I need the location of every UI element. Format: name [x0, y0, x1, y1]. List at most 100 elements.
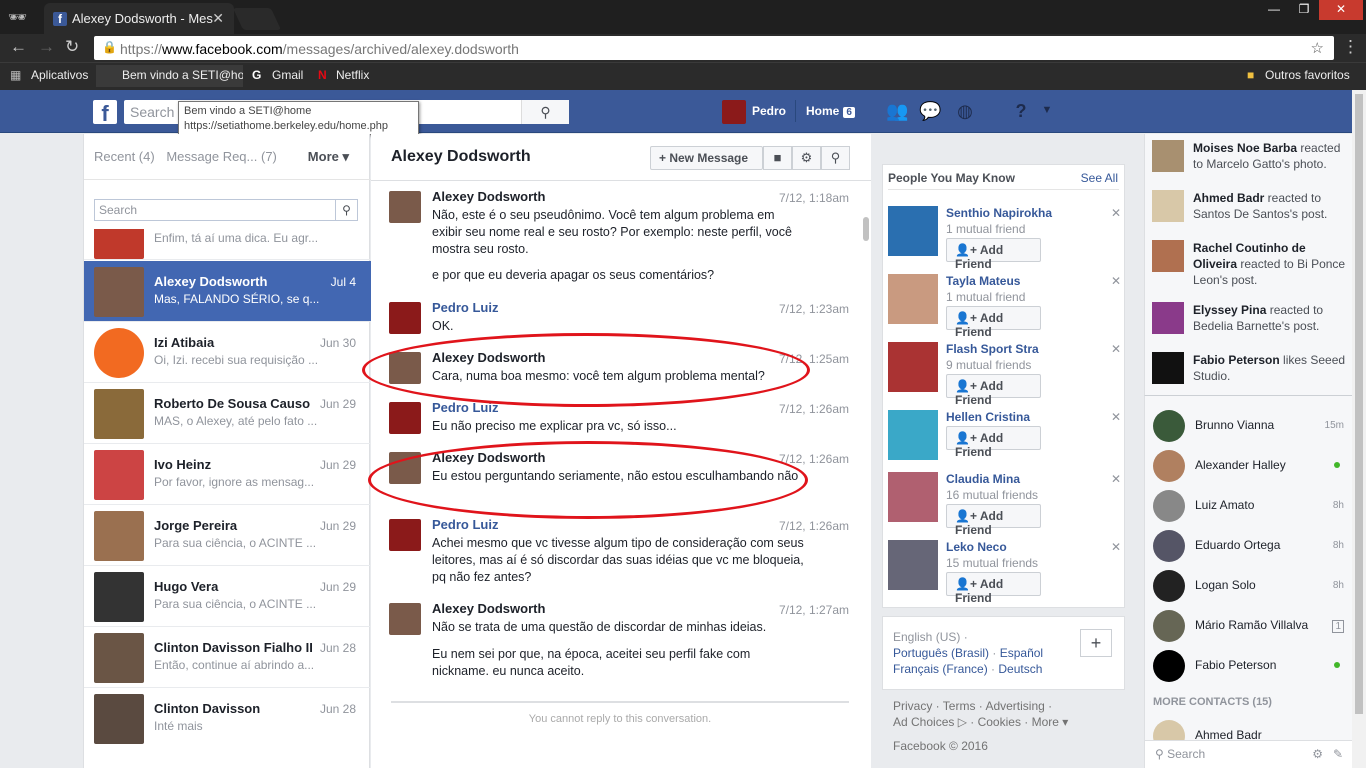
bookmark-netflix[interactable]: Netflix	[336, 68, 369, 82]
page-scrollbar[interactable]	[1352, 90, 1366, 768]
profile-name-link[interactable]: Pedro	[752, 104, 786, 118]
close-icon[interactable]: ✕	[1111, 342, 1121, 356]
person-mutual[interactable]: 1 mutual friend	[946, 222, 1025, 236]
chat-contact[interactable]: Brunno Vianna 15m	[1153, 408, 1348, 444]
reload-icon[interactable]: ↻	[65, 37, 79, 57]
person-avatar[interactable]	[888, 410, 938, 460]
person-avatar[interactable]	[888, 206, 938, 256]
chat-contact[interactable]: Alexander Halley	[1153, 448, 1348, 484]
add-friend-button[interactable]: 👤+ Add Friend	[946, 306, 1041, 339]
person-mutual[interactable]: 1 mutual friend	[946, 290, 1025, 304]
add-friend-button[interactable]: 👤+ Add Friend	[946, 572, 1041, 605]
chat-contact[interactable]: Ahmed Badr	[1153, 718, 1348, 740]
facebook-logo-icon[interactable]: f	[93, 100, 117, 126]
more-dropdown[interactable]: More ▾	[308, 149, 349, 165]
home-link[interactable]: Home 6	[806, 104, 855, 118]
thread-item-selected[interactable]: Alexey Dodsworth Jul 4 Mas, FALANDO SÉRI…	[84, 261, 371, 322]
maximize-icon[interactable]: ❐	[1289, 0, 1319, 20]
thread-item[interactable]: Clinton Davisson Fialho II Jun 28 Então,…	[84, 627, 371, 688]
close-icon[interactable]: ✕	[1111, 540, 1121, 554]
see-all-link[interactable]: See All	[1081, 171, 1118, 185]
bookmark-gmail[interactable]: Gmail	[272, 68, 303, 82]
message-sender[interactable]: Pedro Luiz	[432, 300, 498, 315]
help-icon[interactable]: ?	[1010, 101, 1032, 123]
close-icon[interactable]: ✕	[1111, 206, 1121, 220]
person-name[interactable]: Claudia Mina	[946, 472, 1020, 486]
person-name[interactable]: Flash Sport Stra	[946, 342, 1039, 356]
minimize-icon[interactable]: —	[1259, 0, 1289, 20]
browser-tab[interactable]: f Alexey Dodsworth - Mes ✕	[44, 3, 234, 34]
search-icon[interactable]: ⚲	[821, 146, 850, 170]
thread-item[interactable]: Izi Atibaia Jun 30 Oi, Izi. recebi sua r…	[84, 322, 371, 383]
thread-item[interactable]: Jorge Pereira Jun 29 Para sua ciência, o…	[84, 505, 371, 566]
person-name[interactable]: Tayla Mateus	[946, 274, 1020, 288]
add-friend-button[interactable]: 👤+ Add Friend	[946, 504, 1041, 537]
close-icon[interactable]: ✕	[1111, 472, 1121, 486]
add-friend-button[interactable]: 👤+ Add Friend	[946, 238, 1041, 271]
close-tab-icon[interactable]: ✕	[212, 10, 224, 27]
language-link[interactable]: Português (Brasil)	[893, 646, 989, 660]
chat-contact[interactable]: Luiz Amato 8h	[1153, 488, 1348, 524]
profile-avatar[interactable]	[722, 100, 746, 124]
gear-icon[interactable]: ⚙	[792, 146, 821, 170]
video-call-icon[interactable]: ■	[763, 146, 792, 170]
tab-recent[interactable]: Recent (4)	[94, 149, 155, 164]
person-mutual[interactable]: 16 mutual friends	[946, 488, 1038, 502]
person-avatar[interactable]	[888, 274, 938, 324]
chat-contact[interactable]: Fabio Peterson	[1153, 648, 1348, 684]
person-mutual[interactable]: 9 mutual friends	[946, 358, 1031, 372]
conversation-scrollbar[interactable]	[863, 217, 869, 241]
language-link[interactable]: Deutsch	[998, 662, 1042, 676]
add-friend-button[interactable]: 👤+ Add Friend	[946, 426, 1041, 459]
person-avatar[interactable]	[888, 472, 938, 522]
messages-icon[interactable]: 💬	[919, 101, 941, 123]
account-menu-chevron-icon[interactable]: ▼	[1036, 104, 1058, 126]
new-message-button[interactable]: + New Message	[650, 146, 763, 170]
menu-dots-icon[interactable]: ⋮	[1342, 37, 1359, 57]
chat-contact[interactable]: Logan Solo 8h	[1153, 568, 1348, 604]
close-window-icon[interactable]: ✕	[1319, 0, 1363, 20]
tab-message-requests[interactable]: Message Req... (7)	[166, 149, 277, 164]
compose-icon[interactable]: ✎	[1333, 747, 1343, 761]
person-avatar[interactable]	[888, 540, 938, 590]
inbox-search-input[interactable]: Search ⚲	[94, 199, 358, 221]
person-name[interactable]: Senthio Napirokha	[946, 206, 1052, 220]
bookmark-other-favorites[interactable]: Outros favoritos	[1265, 68, 1350, 82]
star-icon[interactable]: ☆	[1311, 39, 1324, 57]
add-language-button[interactable]: +	[1080, 629, 1112, 657]
notifications-globe-icon[interactable]: ◍	[954, 101, 976, 123]
add-friend-button[interactable]: 👤+ Add Friend	[946, 374, 1041, 407]
message-sender[interactable]: Alexey Dodsworth	[432, 189, 545, 204]
chat-contact[interactable]: Eduardo Ortega 8h	[1153, 528, 1348, 564]
message-sender[interactable]: Alexey Dodsworth	[432, 601, 545, 616]
back-icon[interactable]: ←	[10, 37, 27, 57]
person-avatar[interactable]	[888, 342, 938, 392]
person-name[interactable]: Hellen Cristina	[946, 410, 1030, 424]
close-icon[interactable]: ✕	[1111, 410, 1121, 424]
language-link[interactable]: Español	[1000, 646, 1043, 660]
thread-item[interactable]: Ivo Heinz Jun 29 Por favor, ignore as me…	[84, 444, 371, 505]
language-link[interactable]: Français (France)	[893, 662, 988, 676]
message-sender[interactable]: Pedro Luiz	[432, 517, 498, 532]
person-mutual[interactable]: 15 mutual friends	[946, 556, 1038, 570]
friend-requests-icon[interactable]: 👥	[886, 101, 908, 123]
thread-item[interactable]: Roberto De Sousa Causo Jun 29 MAS, o Ale…	[84, 383, 371, 444]
url-input[interactable]: 🔒 https://www.facebook.com/messages/arch…	[94, 36, 1334, 60]
footer-links[interactable]: Privacy · Terms · Advertising ·	[893, 698, 1113, 714]
scrollbar-thumb[interactable]	[1355, 94, 1363, 714]
search-icon[interactable]: ⚲	[335, 200, 357, 220]
thread-item[interactable]: Enfim, tá aí uma dica. Eu agr...	[84, 229, 371, 260]
chat-contact[interactable]: Mário Ramão Villalva 1	[1153, 608, 1348, 644]
thread-item[interactable]: Hugo Vera Jun 29 Para sua ciência, o ACI…	[84, 566, 371, 627]
gear-icon[interactable]: ⚙	[1312, 747, 1323, 761]
bookmark-apps[interactable]: Aplicativos	[31, 68, 88, 82]
forward-icon[interactable]: →	[38, 37, 55, 57]
chat-search-input[interactable]: ⚲ Search ⚙ ✎	[1145, 740, 1353, 768]
footer-links[interactable]: Ad Choices ▷ · Cookies · More ▾	[893, 714, 1113, 730]
new-tab-button[interactable]	[232, 8, 282, 30]
person-name[interactable]: Leko Neco	[946, 540, 1007, 554]
search-icon[interactable]: ⚲	[521, 100, 569, 124]
thread-item[interactable]: Clinton Davisson Jun 28 Inté mais	[84, 688, 371, 749]
close-icon[interactable]: ✕	[1111, 274, 1121, 288]
bookmark-seti[interactable]: Bem vindo a SETI@ho	[96, 65, 243, 87]
